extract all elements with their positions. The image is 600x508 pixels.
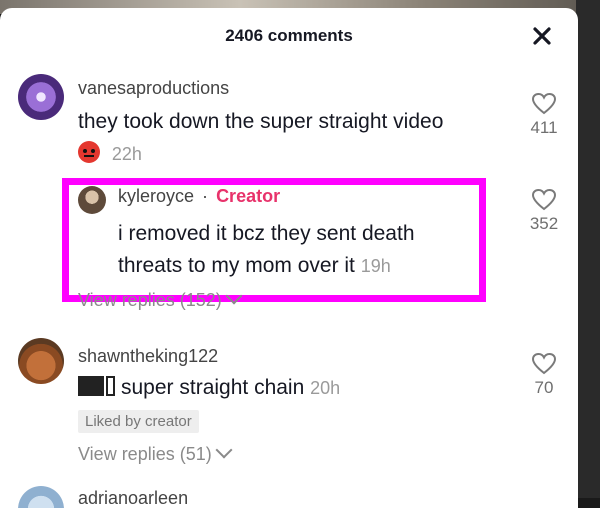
view-replies-button[interactable]: View replies (51) (78, 441, 233, 465)
comment-time: 22h (111, 144, 142, 164)
chevron-down-icon (215, 441, 233, 459)
comments-sheet: 2406 comments vanesaproductions they too… (0, 8, 578, 508)
reply-text-line-2-row: threats to my mom over it 19h (118, 250, 391, 282)
avatar[interactable] (78, 186, 106, 214)
avatar[interactable] (18, 74, 64, 120)
reply-text-line-2: threats to my mom over it (118, 254, 355, 277)
like-count: 70 (534, 378, 554, 397)
like-count: 352 (529, 214, 559, 233)
comment-time: 20h (310, 378, 341, 398)
reply-username[interactable]: kyleroyce (118, 186, 194, 206)
close-button[interactable] (528, 22, 556, 50)
comment-text-row: super straight chain 20h (78, 372, 340, 404)
heart-icon (531, 352, 557, 375)
avatar[interactable] (18, 338, 64, 384)
view-replies-label: View replies (152) (78, 290, 222, 310)
like-count: 411 (530, 118, 558, 137)
angry-emoji-icon (78, 141, 100, 163)
comments-count-title: 2406 comments (225, 26, 353, 45)
comment-text: super straight chain (121, 376, 305, 399)
separator-dot: · (202, 186, 209, 206)
heart-icon (531, 188, 557, 211)
black-square-icon (78, 376, 104, 396)
comment-username[interactable]: shawntheking122 (78, 346, 218, 367)
chevron-down-icon (225, 287, 243, 305)
reply-text-line-1: i removed it bcz they sent death (118, 222, 415, 245)
reply-username-line: kyleroyce · Creator (118, 186, 280, 207)
view-replies-label: View replies (51) (78, 444, 212, 464)
comment-text: they took down the super straight video (78, 110, 444, 133)
view-replies-button[interactable]: View replies (152) (78, 287, 243, 311)
comment-username[interactable]: vanesaproductions (78, 78, 229, 99)
like-button[interactable]: 352 (524, 188, 564, 234)
reply-time: 19h (360, 256, 391, 276)
avatar[interactable] (18, 486, 64, 508)
page-edge (576, 0, 600, 498)
white-square-icon (106, 376, 115, 396)
heart-icon (531, 92, 557, 115)
liked-by-creator-badge: Liked by creator (78, 410, 199, 433)
like-button[interactable]: 411 (524, 92, 564, 138)
comment-username[interactable]: adrianoarleen (78, 488, 188, 508)
comments-header: 2406 comments (0, 8, 578, 64)
creator-badge: Creator (216, 186, 281, 206)
like-button[interactable]: 70 (524, 352, 564, 398)
comment-meta: 22h (78, 138, 142, 170)
close-icon (533, 27, 551, 45)
